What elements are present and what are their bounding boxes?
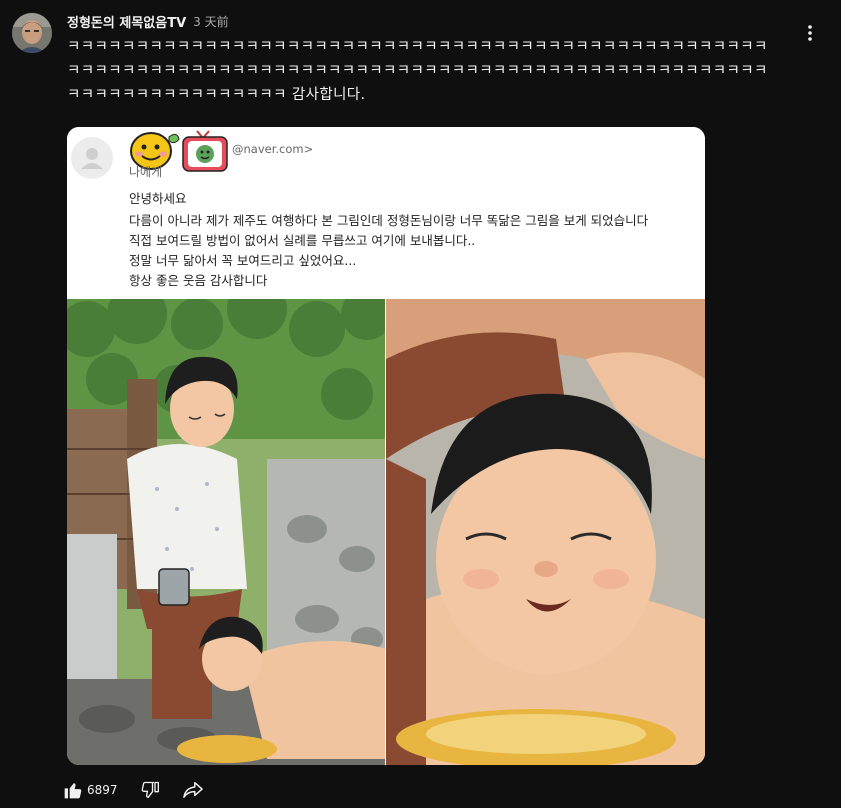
email-line: 다름이 아니라 제가 제주도 여행하다 본 그림인데 정형돈님이랑 너무 똑닮은… (129, 213, 649, 228)
more-menu-button[interactable] (798, 21, 822, 45)
sender-avatar (71, 137, 113, 179)
share-button[interactable] (182, 780, 204, 800)
like-button[interactable] (63, 780, 83, 800)
tv-sticker-icon (182, 130, 228, 172)
mural-photo-right (386, 299, 705, 765)
dislike-button[interactable] (140, 780, 160, 800)
channel-avatar[interactable] (12, 13, 52, 53)
post-time[interactable]: 3 天前 (193, 13, 228, 30)
email-line: 직접 보여드릴 방법이 없어서 실례를 무릅쓰고 여기에 보내봅니다.. (129, 233, 476, 248)
mural-photo-left (67, 299, 386, 765)
email-line: 안녕하세요 (129, 191, 187, 206)
post-header: 정형돈의 제목없음TV 3 天前 (67, 11, 229, 31)
post-text: ㅋㅋㅋㅋㅋㅋㅋㅋㅋㅋㅋㅋㅋㅋㅋㅋㅋㅋㅋㅋㅋㅋㅋㅋㅋㅋㅋㅋㅋㅋㅋㅋㅋㅋㅋㅋㅋㅋㅋㅋ… (67, 39, 768, 103)
share-arrow-icon (182, 782, 203, 798)
more-vertical-icon (808, 25, 812, 41)
email-recipient: 나에게 (129, 165, 163, 179)
post-image[interactable]: @naver.com> 나에게 안녕하세요 다름이 아니라 제가 제주도 여행하… (67, 127, 705, 765)
email-screenshot: @naver.com> 나에게 안녕하세요 다름이 아니라 제가 제주도 여행하… (67, 127, 705, 299)
sender-email: @naver.com> (232, 142, 314, 156)
thumbs-down-icon (141, 781, 159, 798)
action-bar: 6897 (63, 777, 204, 803)
email-line: 정말 너무 닮아서 꼭 보여드리고 싶었어요... (129, 253, 357, 268)
email-line: 항상 좋은 웃음 감사합니다 (129, 273, 268, 288)
email-body: 안녕하세요 다름이 아니라 제가 제주도 여행하다 본 그림인데 정형돈님이랑 … (129, 189, 648, 291)
channel-name[interactable]: 정형돈의 제목없음TV (67, 12, 186, 31)
like-count: 6897 (87, 783, 118, 797)
thumbs-up-icon (64, 783, 82, 799)
